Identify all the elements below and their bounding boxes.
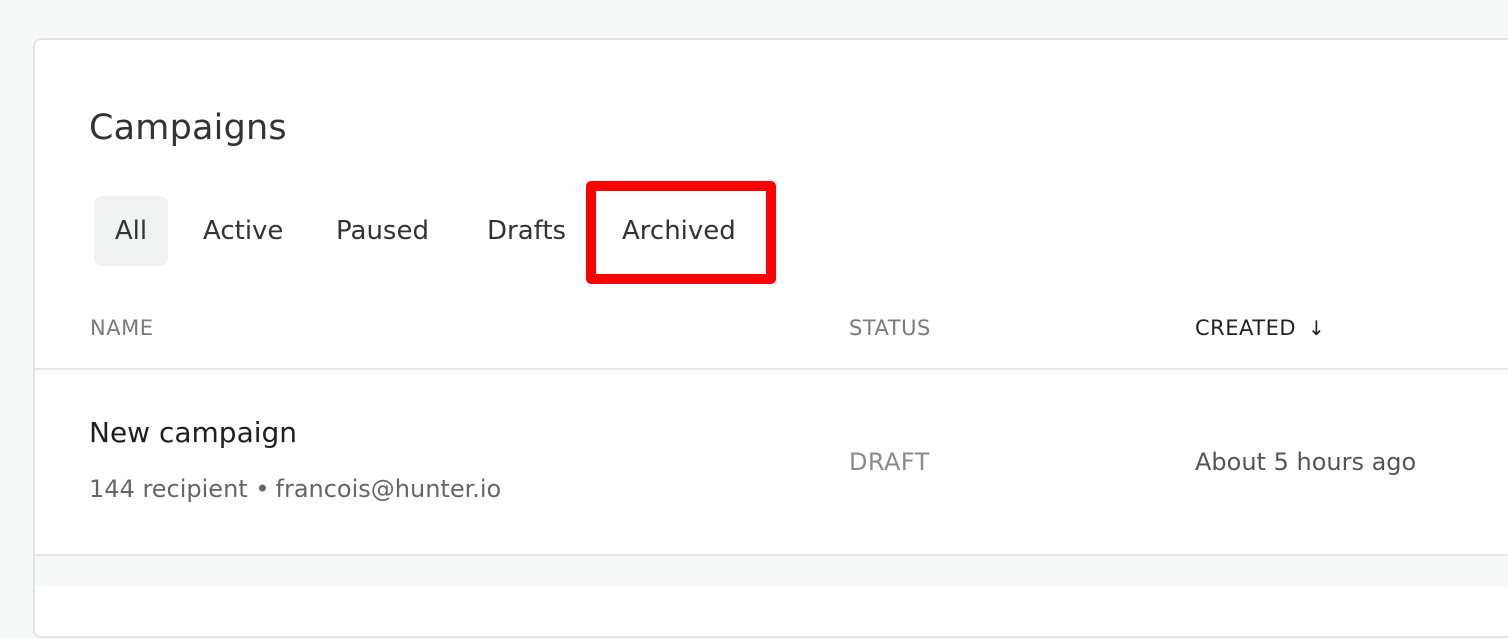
column-header-created[interactable]: CREATED ↓ bbox=[1195, 314, 1325, 342]
created-time: About 5 hours ago bbox=[1195, 448, 1417, 476]
page-title: Campaigns bbox=[89, 108, 287, 148]
table-footer-area bbox=[35, 556, 1508, 586]
tab-archived[interactable]: Archived bbox=[612, 196, 746, 266]
header-divider bbox=[35, 368, 1508, 370]
column-header-status[interactable]: STATUS bbox=[849, 314, 931, 342]
column-header-name[interactable]: NAME bbox=[90, 314, 153, 342]
tab-all[interactable]: All bbox=[94, 196, 168, 266]
arrow-down-icon: ↓ bbox=[1308, 316, 1326, 340]
campaign-name[interactable]: New campaign bbox=[89, 414, 297, 452]
tab-paused[interactable]: Paused bbox=[326, 196, 439, 266]
tab-active[interactable]: Active bbox=[193, 196, 293, 266]
campaign-subtitle: 144 recipient • francois@hunter.io bbox=[89, 473, 501, 505]
status-badge: DRAFT bbox=[849, 448, 930, 476]
sender-email: francois@hunter.io bbox=[275, 475, 502, 503]
column-header-created-label: CREATED bbox=[1195, 316, 1297, 340]
bullet-separator: • bbox=[255, 475, 270, 503]
recipient-count: 144 recipient bbox=[89, 475, 248, 503]
tab-drafts[interactable]: Drafts bbox=[477, 196, 576, 266]
